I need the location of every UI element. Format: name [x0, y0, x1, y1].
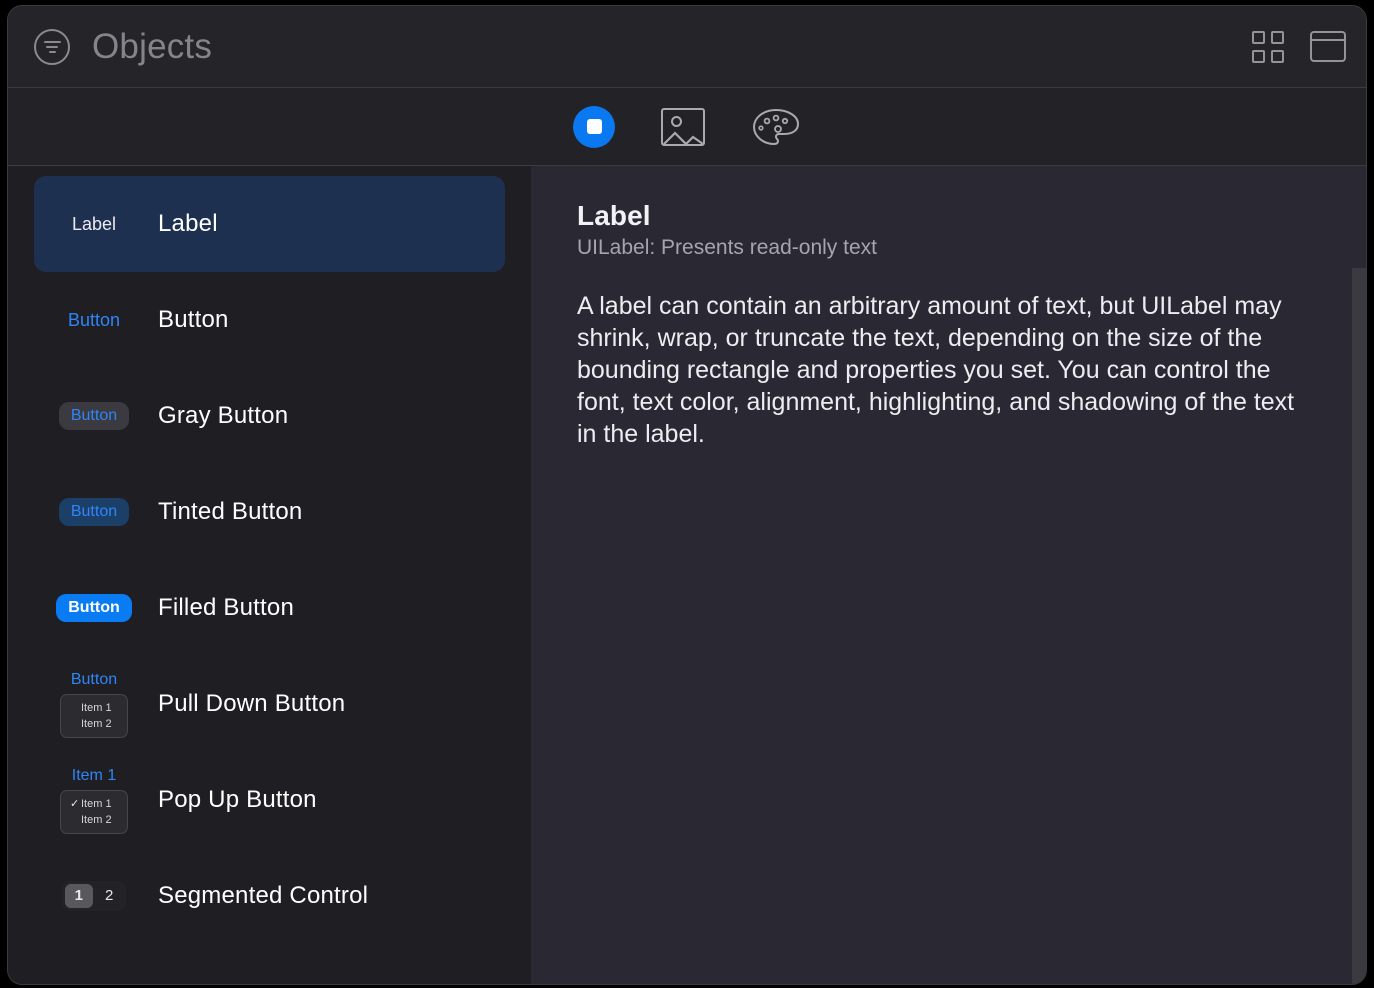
list-item-title: Tinted Button — [158, 498, 303, 525]
list-item-title: Gray Button — [158, 402, 289, 429]
preview-menu-item: Item 2 — [70, 812, 118, 828]
preview-tinted-pill-text: Button — [58, 498, 130, 526]
list-item-filled-button[interactable]: Button Filled Button — [34, 560, 505, 656]
list-item-title: Pull Down Button — [158, 690, 346, 717]
palette-icon — [752, 108, 800, 145]
tabbar — [8, 88, 1366, 166]
tab-objects[interactable] — [573, 105, 615, 148]
preview-filled-button: Button — [56, 594, 132, 622]
app-window: Objects Label Label Button Button Button… — [8, 6, 1366, 984]
grid-view-icon[interactable] — [1252, 30, 1284, 63]
preview-pop-up-button: Item 1 ✓ Item 1 Item 2 — [58, 767, 130, 834]
list-item-pop-up-button[interactable]: Item 1 ✓ Item 1 Item 2 Pop Up Button — [34, 752, 505, 848]
preview-menu-box: ✓ Item 1 Item 2 — [60, 789, 128, 834]
titlebar-actions — [1252, 30, 1346, 63]
detail-panel: Label UILabel: Presents read-only text A… — [531, 166, 1366, 984]
preview-menu-title: Button — [70, 670, 118, 688]
filter-icon[interactable] — [34, 28, 70, 65]
list-item-tinted-button[interactable]: Button Tinted Button — [34, 464, 505, 560]
preview-tinted-button: Button — [58, 498, 130, 526]
content-area: Label Label Button Button Button Gray Bu… — [8, 166, 1366, 984]
checkmark-icon: ✓ — [70, 797, 80, 810]
preview-gray-button: Button — [58, 402, 130, 430]
list-item-title: Button — [158, 306, 229, 333]
preview-segmented-control: 1 2 — [58, 881, 130, 911]
preview-button: Button — [58, 310, 130, 331]
menu-check-placeholder — [70, 700, 78, 716]
titlebar: Objects — [8, 6, 1366, 88]
page-title: Objects — [92, 26, 213, 66]
list-item-button[interactable]: Button Button — [34, 272, 505, 368]
preview-filled-pill-text: Button — [56, 594, 132, 622]
preview-segment-group: 1 2 — [61, 881, 127, 911]
detail-scrollbar[interactable] — [1352, 268, 1366, 984]
objects-list[interactable]: Label Label Button Button Button Gray Bu… — [8, 166, 531, 984]
list-item-segmented-control[interactable]: 1 2 Segmented Control — [34, 848, 505, 944]
list-item-label[interactable]: Label Label — [34, 176, 505, 272]
list-item-gray-button[interactable]: Button Gray Button — [34, 368, 505, 464]
preview-menu-item: Item 1 — [70, 700, 118, 716]
mountain-shape — [663, 130, 703, 144]
preview-menu-item-label: Item 2 — [81, 717, 112, 730]
panel-view-icon[interactable] — [1310, 31, 1346, 62]
preview-label-text: Label — [71, 213, 117, 234]
list-item-title: Filled Button — [158, 594, 295, 621]
list-item-title: Segmented Control — [158, 882, 369, 909]
preview-menu-item-label: Item 1 — [81, 701, 112, 714]
filled-square-circle-icon — [573, 105, 615, 148]
preview-menu-item: Item 2 — [70, 716, 118, 732]
tab-images[interactable] — [661, 107, 705, 146]
tab-colors[interactable] — [751, 107, 801, 147]
preview-button-text: Button — [67, 309, 121, 330]
preview-menu-title: Item 1 — [71, 766, 117, 784]
preview-menu-item-label: Item 2 — [81, 813, 112, 826]
preview-menu-item: ✓ Item 1 — [70, 796, 118, 812]
preview-segment: 2 — [105, 887, 114, 904]
menu-check-placeholder — [70, 716, 78, 732]
detail-title: Label — [577, 200, 651, 231]
list-item-pull-down-button[interactable]: Button Item 1 Item 2 Pull Down Button — [34, 656, 505, 752]
list-item-title: Pop Up Button — [158, 786, 317, 813]
menu-check-placeholder — [70, 812, 78, 828]
list-item-title: Label — [158, 210, 218, 237]
preview-pull-down-button: Button Item 1 Item 2 — [58, 671, 130, 738]
preview-menu-box: Item 1 Item 2 — [60, 693, 128, 738]
preview-segment: 1 — [64, 884, 93, 908]
detail-subtitle: UILabel: Presents read-only text — [577, 236, 877, 259]
detail-description: A label can contain an arbitrary amount … — [577, 292, 1295, 448]
preview-menu-item-label: Item 1 — [81, 797, 112, 810]
preview-gray-pill-text: Button — [58, 402, 130, 430]
preview-label: Label — [58, 214, 130, 235]
image-icon — [661, 107, 705, 146]
